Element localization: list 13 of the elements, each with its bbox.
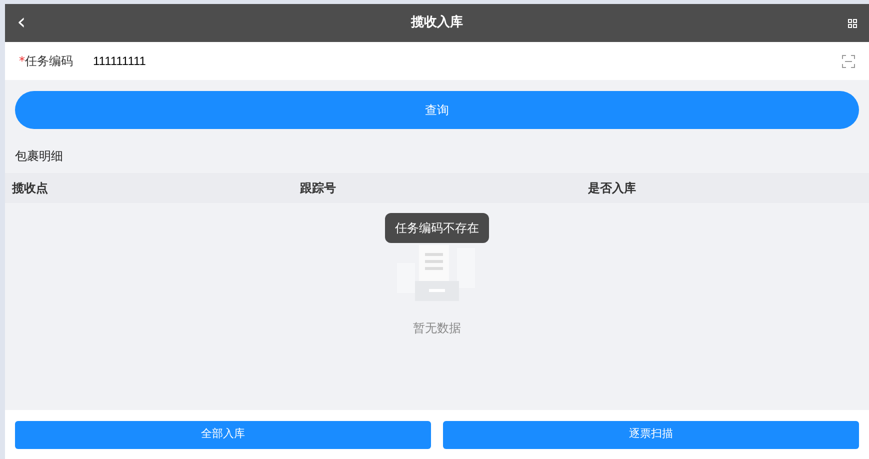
task-code-row[interactable]: *任务编码 111111111 xyxy=(5,42,869,80)
column-header: 是否入库 xyxy=(587,180,637,197)
column-header: 跟踪号 xyxy=(299,180,337,197)
grid-icon[interactable] xyxy=(848,18,857,28)
empty-message: 暂无数据 xyxy=(413,320,461,337)
back-button[interactable]: ‹ xyxy=(17,12,26,34)
toast-message: 任务编码不存在 xyxy=(385,213,489,243)
scan-icon[interactable] xyxy=(842,54,855,68)
page-title: 揽收入库 xyxy=(410,14,464,32)
section-title: 包裹明细 xyxy=(14,148,64,165)
column-header: 揽收点 xyxy=(10,180,49,197)
field-label: 任务编码 xyxy=(25,53,73,70)
required-mark: * xyxy=(19,53,25,70)
